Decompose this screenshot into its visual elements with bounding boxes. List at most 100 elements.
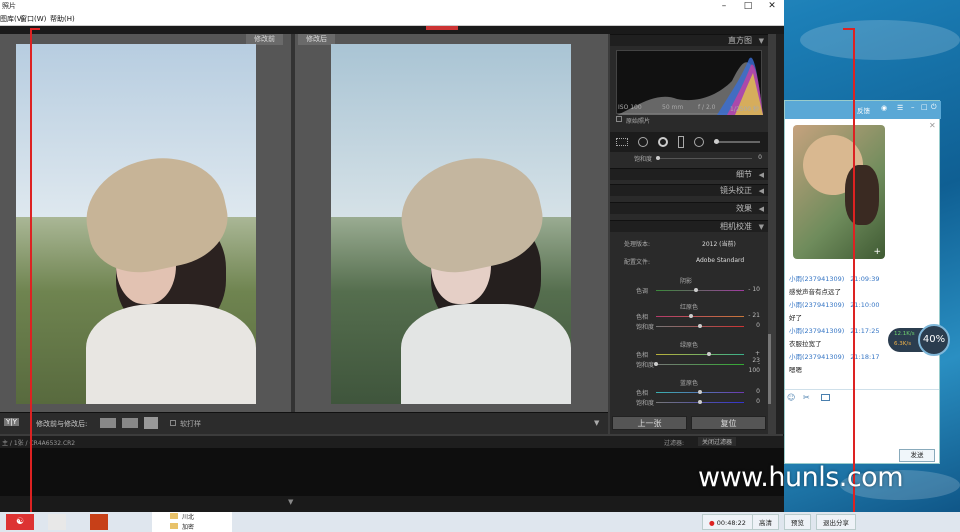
reset-button[interactable]: 复位: [691, 416, 766, 430]
image-icon[interactable]: [821, 394, 830, 401]
send-button[interactable]: 发送: [899, 449, 935, 462]
sender-name[interactable]: 小雨(237941309): [789, 301, 844, 309]
slider-knob[interactable]: [693, 288, 698, 292]
compare-text: 修改前与修改后:: [36, 420, 88, 428]
histogram-header[interactable]: 直方图 ▼: [610, 34, 768, 46]
menu-help[interactable]: 帮助(H): [50, 14, 75, 24]
hd-button[interactable]: 高清: [752, 514, 779, 530]
slider-value[interactable]: 0: [746, 398, 760, 405]
restore-icon[interactable]: □: [921, 103, 928, 111]
radial-filter-icon[interactable]: [694, 137, 704, 147]
soft-proof-checkbox[interactable]: [170, 420, 176, 426]
sender-name[interactable]: 小雨(237941309): [789, 275, 844, 283]
profile-label: 配置文件:: [624, 259, 651, 266]
sender-name[interactable]: 小雨(237941309): [789, 327, 844, 335]
recording-timer: ● 00:48:22: [702, 514, 753, 530]
filmstrip: [0, 448, 784, 496]
camera-calibration-title: 相机校准: [720, 222, 752, 231]
spot-removal-icon[interactable]: [638, 137, 648, 147]
effects-header[interactable]: 效果 ◀: [610, 202, 768, 214]
hair-shape: [845, 165, 879, 225]
calibration-slider[interactable]: [656, 316, 744, 317]
chat-title-bar: 反馈 ◉ ☰ – □ ⏻: [785, 101, 941, 119]
menu-window[interactable]: 窗口(W): [20, 14, 46, 24]
after-photo[interactable]: [331, 44, 571, 404]
lens-header[interactable]: 镜头校正 ◀: [610, 184, 768, 196]
capture-frame-corner: [30, 28, 40, 30]
calibration-group-title: 红原色: [680, 304, 699, 311]
sender-name[interactable]: 小雨(237941309): [789, 353, 844, 361]
preview-button[interactable]: 预览: [784, 514, 811, 530]
collapse-arrow-icon: ▼: [758, 37, 764, 45]
calibration-slider[interactable]: [656, 364, 744, 365]
minimize-button[interactable]: –: [712, 0, 736, 12]
record-dot-icon: ●: [709, 519, 715, 527]
swap-button[interactable]: [144, 417, 158, 429]
expand-arrow-icon: ◀: [758, 187, 764, 195]
chat-image[interactable]: +: [793, 125, 885, 259]
slider-knob[interactable]: [698, 324, 702, 328]
menu-bar: 图库(V) 窗口(W) 帮助(H): [0, 12, 784, 26]
slider-value[interactable]: 0: [746, 388, 760, 395]
exit-share-button[interactable]: 退出分享: [816, 514, 856, 530]
calibration-slider[interactable]: [656, 290, 744, 291]
memory-usage-badge[interactable]: 40%: [918, 324, 950, 356]
feedback-button[interactable]: 反馈: [857, 105, 870, 115]
slider-knob[interactable]: [698, 390, 702, 394]
brush-slider[interactable]: [714, 141, 760, 143]
lens-title: 镜头校正: [720, 186, 752, 195]
bottom-panel-toggle-icon[interactable]: ▼: [288, 498, 293, 506]
slider-knob[interactable]: [689, 314, 694, 318]
minimize-icon[interactable]: –: [911, 103, 915, 111]
close-button[interactable]: ✕: [760, 0, 784, 12]
menu-icon[interactable]: ☰: [897, 104, 903, 112]
slider-knob[interactable]: [706, 352, 711, 356]
chat-input[interactable]: [787, 405, 937, 443]
exif-shutter: 1/2500 秒: [730, 106, 760, 113]
upload-speed: 12.1K/s: [894, 331, 915, 337]
folder-name[interactable]: 加密: [182, 522, 194, 531]
brush-slider-knob[interactable]: [714, 139, 719, 144]
after-label: 修改后: [298, 34, 335, 45]
toolbar-menu-arrow-icon[interactable]: ▼: [594, 419, 599, 427]
app-icon[interactable]: ☯: [6, 514, 34, 530]
right-panel-edge: [776, 34, 784, 434]
before-photo[interactable]: [16, 44, 256, 404]
copy-after-to-before-button[interactable]: [122, 418, 138, 428]
eye-icon[interactable]: ◉: [881, 104, 887, 112]
detail-header[interactable]: 细节 ◀: [610, 168, 768, 180]
slider-knob[interactable]: [698, 400, 702, 404]
shirt: [401, 304, 571, 404]
folder-name[interactable]: 川北: [182, 512, 194, 521]
slider-value[interactable]: - 10: [746, 286, 760, 293]
file-icon[interactable]: [48, 514, 66, 530]
crop-tool-icon[interactable]: [616, 138, 628, 146]
calibration-slider[interactable]: [656, 354, 744, 355]
slider-knob[interactable]: [654, 362, 658, 366]
filter-dropdown[interactable]: 关闭过滤器: [698, 437, 737, 446]
original-photo-checkbox[interactable]: [616, 116, 622, 122]
profile-value[interactable]: Adobe Standard: [696, 257, 744, 264]
maximize-button[interactable]: □: [736, 0, 760, 12]
bottom-strip: ▼: [0, 496, 784, 512]
saturation-knob[interactable]: [656, 156, 660, 160]
copy-before-to-after-button[interactable]: [100, 418, 116, 428]
panel-scrollbar[interactable]: [768, 334, 771, 404]
compare-mode-button[interactable]: Y|Y: [4, 418, 19, 426]
process-value[interactable]: 2012 (当前): [702, 239, 736, 248]
slider-value[interactable]: - 100: [746, 360, 760, 374]
slider-value[interactable]: 0: [746, 322, 760, 329]
panel-toggle-top[interactable]: [426, 26, 458, 30]
slider-value[interactable]: - 21: [746, 312, 760, 319]
previous-button[interactable]: 上一张: [612, 416, 687, 430]
scissors-icon[interactable]: ✂: [803, 393, 810, 402]
emoji-icon[interactable]: ☺: [787, 393, 795, 402]
zoom-icon[interactable]: +: [873, 247, 881, 257]
camera-calibration-header[interactable]: 相机校准 ▼: [610, 220, 768, 232]
photo-app-icon[interactable]: [90, 514, 108, 530]
saturation-slider[interactable]: [656, 158, 752, 159]
power-icon[interactable]: ⏻: [931, 103, 937, 112]
red-eye-icon[interactable]: [658, 137, 668, 147]
graduated-filter-icon[interactable]: [678, 136, 684, 148]
chat-close-icon[interactable]: ✕: [929, 121, 936, 130]
